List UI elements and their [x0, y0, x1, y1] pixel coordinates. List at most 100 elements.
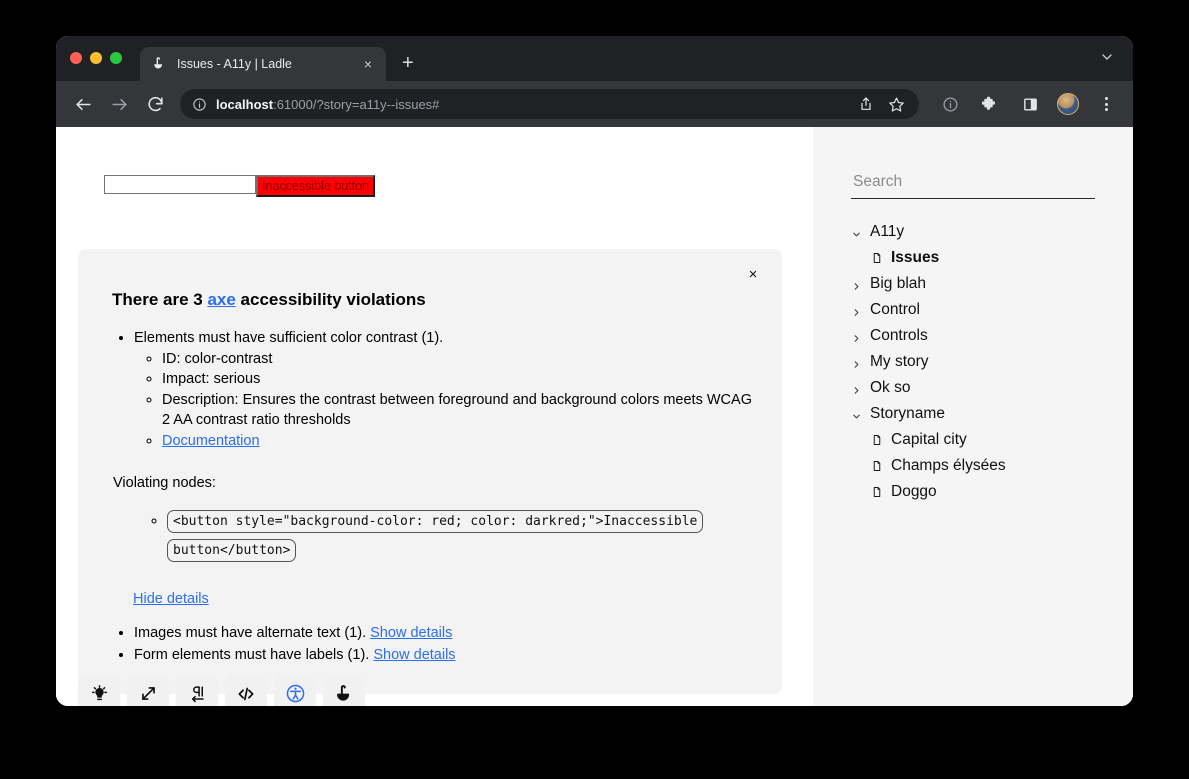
browser-toolbar: localhost:61000/?story=a11y--issues#: [56, 81, 1133, 127]
story-text-input[interactable]: [104, 175, 256, 194]
hide-details-link[interactable]: Hide details: [133, 591, 209, 607]
inaccessible-button[interactable]: Inaccessible button: [256, 175, 375, 197]
browser-tab[interactable]: Issues - A11y | Ladle ×: [140, 47, 386, 81]
fullscreen-expand-button[interactable]: [127, 674, 169, 706]
sidebar-group-controls[interactable]: Controls: [851, 323, 1095, 349]
chevron-right-icon: [851, 383, 862, 394]
sidebar-item-issues[interactable]: Issues: [851, 245, 1095, 271]
back-button[interactable]: [72, 93, 94, 115]
sidebar-group-big-blah[interactable]: Big blah: [851, 271, 1095, 297]
sidebar-item-doggo[interactable]: Doggo: [851, 479, 1095, 505]
sidebar-group-label: Controls: [870, 327, 928, 345]
violating-node-code: <button style="background-color: red; co…: [167, 510, 703, 562]
side-panel-icon[interactable]: [1017, 91, 1043, 117]
extensions-puzzle-icon[interactable]: [977, 91, 1003, 117]
ladle-toolbar: [78, 674, 365, 706]
minimize-window-button[interactable]: [90, 52, 102, 64]
sidebar-group-label: A11y: [870, 223, 904, 241]
violating-nodes-list: <button style="background-color: red; co…: [167, 507, 752, 564]
close-tab-button[interactable]: ×: [360, 56, 376, 72]
violation-item: Form elements must have labels (1). Show…: [134, 645, 752, 667]
chevron-down-icon: [851, 409, 862, 420]
heading-text-before: There are 3: [112, 290, 207, 309]
violation-detail-description: Description: Ensures the contrast betwee…: [162, 391, 752, 430]
sidebar-group-my-story[interactable]: My story: [851, 349, 1095, 375]
violation-detail-id: ID: color-contrast: [162, 350, 752, 370]
theme-lightbulb-icon: [90, 684, 109, 706]
violation-title: Elements must have sufficient color cont…: [134, 330, 443, 346]
page-info-icon[interactable]: [937, 91, 963, 117]
reload-button[interactable]: [144, 93, 166, 115]
sidebar-item-label: Issues: [891, 249, 939, 267]
violation-detail-impact: Impact: serious: [162, 370, 752, 390]
browser-window: Issues - A11y | Ladle × + localhost:6100…: [56, 36, 1133, 706]
new-tab-button[interactable]: +: [402, 53, 414, 73]
hide-details-wrapper: Hide details: [133, 591, 752, 607]
address-bar-text: localhost:61000/?story=a11y--issues#: [216, 97, 439, 112]
accessibility-button[interactable]: [274, 674, 316, 706]
rtl-paragraph-icon: [188, 684, 207, 706]
sidebar-group-storyname[interactable]: Storyname: [851, 401, 1095, 427]
source-code-button[interactable]: [225, 674, 267, 706]
chevron-down-icon: [851, 227, 862, 238]
document-icon: [871, 485, 883, 499]
forward-button[interactable]: [108, 93, 130, 115]
share-icon[interactable]: [853, 91, 879, 117]
search-input[interactable]: [851, 173, 1095, 199]
violating-node-item: <button style="background-color: red; co…: [167, 507, 752, 564]
tab-title: Issues - A11y | Ladle: [177, 57, 351, 71]
sidebar-group-ok-so[interactable]: Ok so: [851, 375, 1095, 401]
documentation-link[interactable]: Documentation: [162, 433, 260, 449]
violation-title: Form elements must have labels (1).: [134, 647, 369, 663]
theme-lightbulb-button[interactable]: [78, 674, 120, 706]
sidebar-item-capital-city[interactable]: Capital city: [851, 427, 1095, 453]
chevron-right-icon: [851, 357, 862, 368]
omnibox-actions: [853, 91, 909, 117]
url-path: :61000/?story=a11y--issues#: [273, 97, 439, 112]
sidebar-item-label: Champs élysées: [891, 457, 1006, 475]
sidebar: A11y Issues Big blah: [813, 127, 1133, 706]
fullscreen-expand-icon: [139, 684, 158, 706]
violation-item: Images must have alternate text (1). Sho…: [134, 623, 752, 645]
sidebar-group-control[interactable]: Control: [851, 297, 1095, 323]
sidebar-item-label: Capital city: [891, 431, 967, 449]
ladle-logo-icon: [334, 683, 355, 706]
chevron-right-icon: [851, 305, 862, 316]
sidebar-group-label: Ok so: [870, 379, 910, 397]
document-icon: [871, 251, 883, 265]
close-panel-button[interactable]: ×: [742, 263, 764, 285]
tab-list-chevron-icon[interactable]: [1099, 49, 1115, 70]
axe-link[interactable]: axe: [207, 290, 235, 309]
ladle-logo-icon: [152, 56, 168, 72]
document-icon: [871, 433, 883, 447]
panel-heading: There are 3 axe accessibility violations: [112, 290, 752, 310]
ladle-logo-button[interactable]: [323, 674, 365, 706]
violations-list-collapsed: Images must have alternate text (1). Sho…: [134, 623, 752, 668]
violating-nodes-label: Violating nodes:: [113, 475, 752, 491]
sidebar-item-champs-elysees[interactable]: Champs élysées: [851, 453, 1095, 479]
sidebar-item-label: Doggo: [891, 483, 937, 501]
violation-details-list: ID: color-contrast Impact: serious Descr…: [162, 350, 752, 452]
violation-title: Images must have alternate text (1).: [134, 625, 366, 641]
maximize-window-button[interactable]: [110, 52, 122, 64]
url-host: localhost: [216, 97, 273, 112]
show-details-link[interactable]: Show details: [373, 647, 455, 663]
sidebar-group-a11y[interactable]: A11y: [851, 219, 1095, 245]
violation-item: Elements must have sufficient color cont…: [134, 328, 752, 451]
story-controls: Inaccessible button: [104, 175, 375, 197]
sidebar-group-label: Control: [870, 301, 920, 319]
rtl-direction-button[interactable]: [176, 674, 218, 706]
address-bar[interactable]: localhost:61000/?story=a11y--issues#: [180, 89, 919, 119]
show-details-link[interactable]: Show details: [370, 625, 452, 641]
accessibility-icon: [285, 683, 306, 706]
page-content: Inaccessible button × There are 3 axe ac…: [56, 127, 1133, 706]
story-tree: A11y Issues Big blah: [851, 219, 1095, 505]
tab-strip: Issues - A11y | Ladle × +: [56, 36, 1133, 81]
sidebar-group-label: Big blah: [870, 275, 926, 293]
bookmark-star-icon[interactable]: [883, 91, 909, 117]
profile-avatar[interactable]: [1057, 93, 1079, 115]
sidebar-group-label: My story: [870, 353, 929, 371]
close-window-button[interactable]: [70, 52, 82, 64]
chrome-menu-icon[interactable]: [1093, 91, 1119, 117]
source-code-icon: [236, 684, 256, 707]
